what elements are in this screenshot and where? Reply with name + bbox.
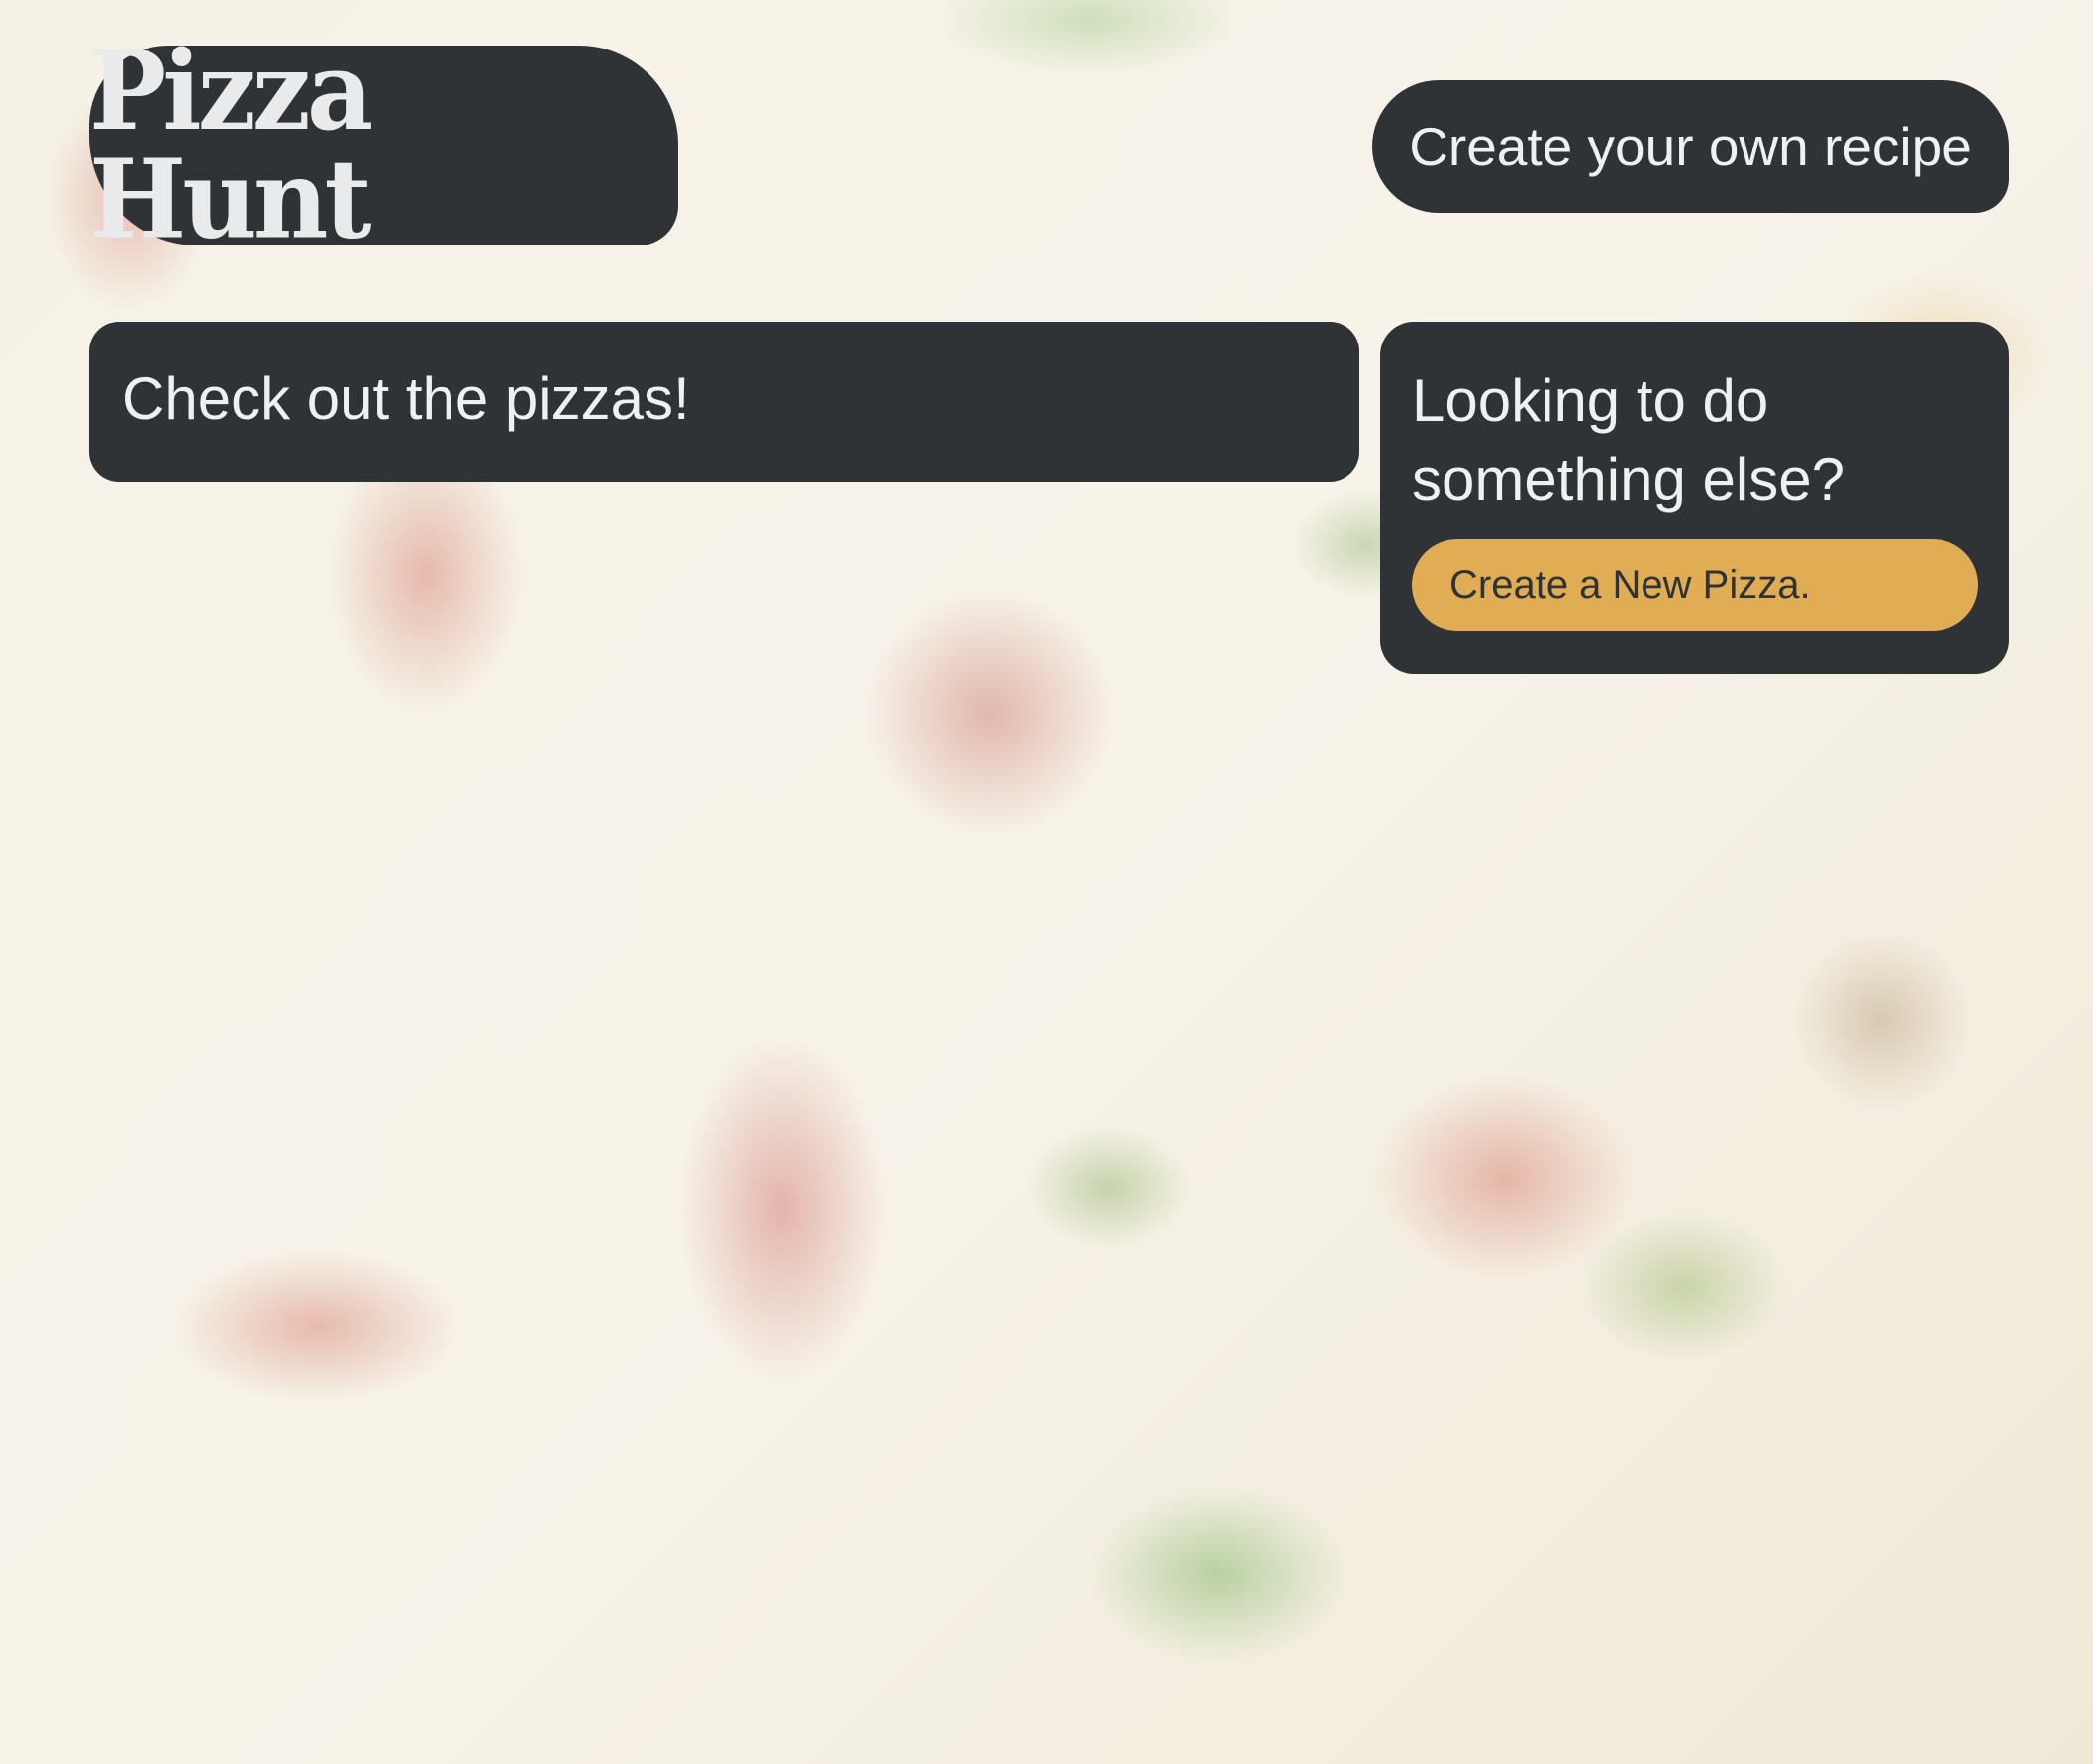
pizzas-heading: Check out the pizzas!	[122, 365, 690, 432]
something-else-heading: Looking to do something else?	[1412, 367, 1844, 513]
logo-text: Pizza Hunt	[89, 27, 373, 263]
site-logo[interactable]: Pizza Hunt	[89, 37, 678, 253]
something-else-panel: Looking to do something else? Create a N…	[1380, 322, 2009, 674]
background-pizza-image	[0, 0, 2093, 1764]
create-new-pizza-button[interactable]: Create a New Pizza.	[1412, 539, 1978, 631]
create-recipe-button[interactable]: Create your own recipe	[1372, 80, 2009, 213]
pizzas-panel: Check out the pizzas!	[89, 322, 1359, 482]
